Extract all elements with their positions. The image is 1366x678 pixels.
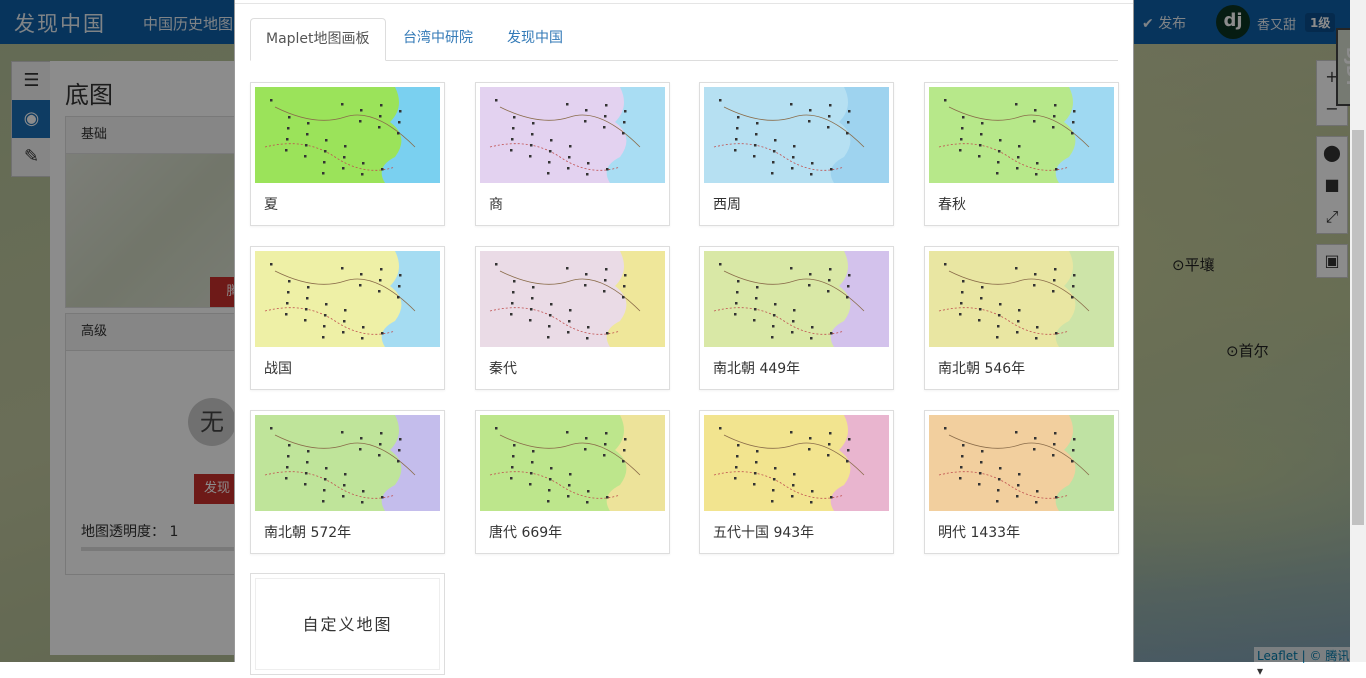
map-card[interactable]: 南北朝 546年 <box>924 246 1119 390</box>
map-thumbnail <box>929 415 1114 511</box>
map-thumbnail <box>480 87 665 183</box>
page-scrollbar[interactable] <box>1350 0 1366 662</box>
map-card[interactable]: 战国 <box>250 246 445 390</box>
map-card[interactable]: 南北朝 572年 <box>250 410 445 554</box>
map-thumbnail <box>929 251 1114 347</box>
map-thumbnail <box>255 87 440 183</box>
map-thumbnail <box>480 415 665 511</box>
tab-discover-china[interactable]: 发现中国 <box>492 18 578 59</box>
map-thumbnail <box>704 415 889 511</box>
map-card[interactable]: 南北朝 449年 <box>699 246 894 390</box>
map-card[interactable]: 秦代 <box>475 246 670 390</box>
custom-map-label: 自定义地图 <box>255 578 440 670</box>
map-thumbnail <box>704 87 889 183</box>
map-card[interactable]: 夏 <box>250 82 445 226</box>
map-thumbnail <box>929 87 1114 183</box>
map-card[interactable]: 五代十国 943年 <box>699 410 894 554</box>
map-card[interactable]: 明代 1433年 <box>924 410 1119 554</box>
tab-taiwan-academia[interactable]: 台湾中研院 <box>388 18 488 59</box>
custom-map-card[interactable]: 自定义地图 <box>250 573 445 675</box>
map-thumbnail <box>255 415 440 511</box>
map-card[interactable]: 西周 <box>699 82 894 226</box>
map-card[interactable]: 商 <box>475 82 670 226</box>
tab-maplet[interactable]: Maplet地图画板 <box>250 18 386 61</box>
map-thumbnail <box>480 251 665 347</box>
source-tabs: Maplet地图画板 台湾中研院 发现中国 <box>250 18 1118 61</box>
basemap-selection-modal: Maplet地图画板 台湾中研院 发现中国 夏 商 西周 春秋 战国 秦代 南北… <box>234 0 1134 662</box>
map-card[interactable]: 唐代 669年 <box>475 410 670 554</box>
map-thumbnail <box>704 251 889 347</box>
map-thumbnail <box>255 251 440 347</box>
map-card[interactable]: 春秋 <box>924 82 1119 226</box>
